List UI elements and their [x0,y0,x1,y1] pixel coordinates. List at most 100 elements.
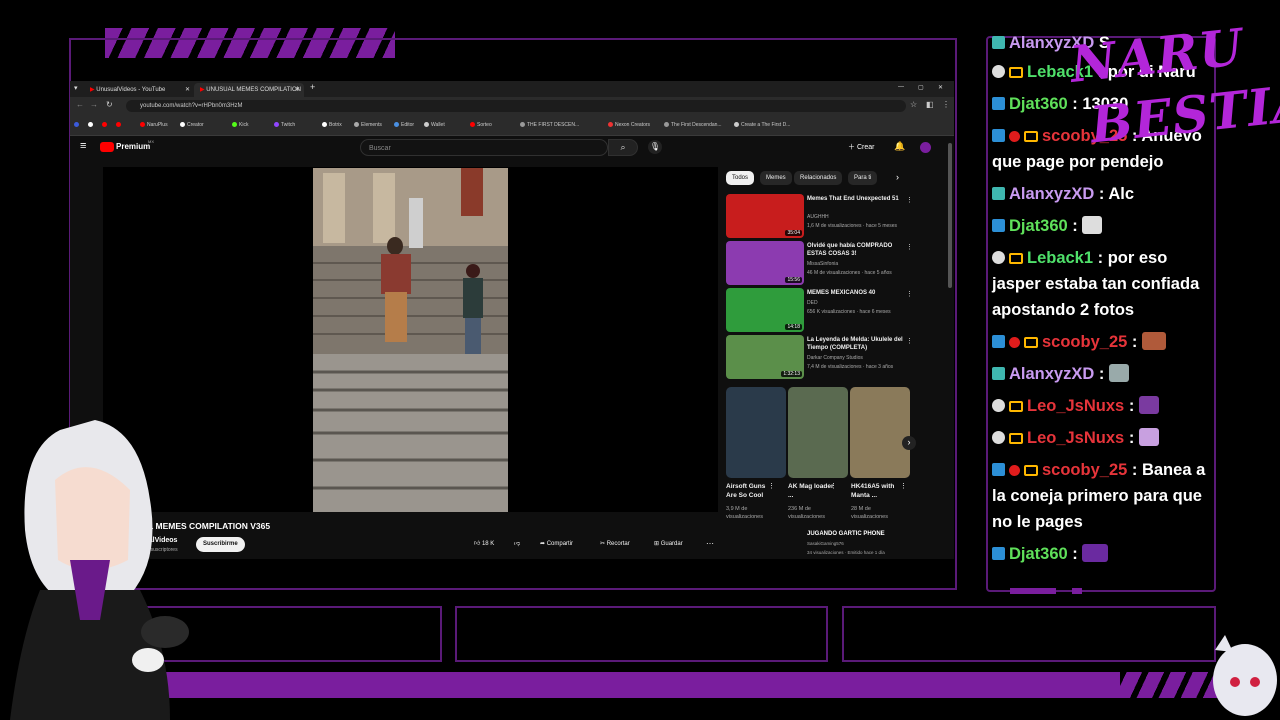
bookmark-nexon-creators[interactable]: Nexon Creators [608,122,650,128]
chat-emote [1138,428,1159,446]
dislike-button[interactable]: 👎︎ [514,536,520,552]
recommendation-item[interactable]: 1:32:13 La Leyenda de Melda: Ukulele del… [726,335,913,379]
save-button[interactable]: ⊞ Guardar [654,536,683,552]
video-thumbnail: 35:04 [726,194,804,238]
chip-memes[interactable]: Memes [760,171,792,185]
microphone-icon[interactable]: 🎙 [648,140,662,154]
close-window-icon[interactable]: ✕ [938,84,943,91]
recommendation-item[interactable]: 15:56 Olvidé que había COMPRADO ESTAS CO… [726,241,913,285]
new-tab-button[interactable]: + [310,82,315,92]
more-options-icon[interactable]: ⋮ [906,337,913,345]
tab-bar: ▾ ▶ UnusualVideos - YouTube ✕ ▶ UNUSUAL … [70,81,954,97]
extensions-icon[interactable]: ◧ [926,100,934,109]
bookmark-sorteo[interactable]: Sorteo [470,122,492,128]
chip-relacionados[interactable]: Relacionados [794,171,843,185]
bookmark-first-descendant[interactable]: THE FIRST DESCEN... [520,122,579,128]
close-icon[interactable]: ✕ [295,83,300,97]
youtube-header: ≡ Premium MX Buscar ⌕ 🎙 ＋ Crear 🔔 [70,136,954,160]
tab-unusualvideos[interactable]: ▶ UnusualVideos - YouTube ✕ [84,83,194,97]
crown-badge-icon [1009,253,1023,264]
page-scrollbar[interactable] [948,143,952,288]
streamer-logo: NARU BESTIA [1067,17,1280,155]
like-button[interactable]: 👍︎ 18 K [474,536,494,552]
address-bar: ← → ↻ youtube.com/watch?v=rHPbn0m3HzM ☆ … [70,97,954,115]
chip-para-ti[interactable]: Para ti [848,171,878,185]
tab-list-icon[interactable]: ▾ [74,84,78,92]
more-options-icon[interactable]: ⋮ [830,482,837,490]
gift-badge-icon [1009,337,1020,348]
chip-todos[interactable]: Todos [726,171,755,185]
more-options-icon[interactable]: ⋮ [900,482,907,490]
chat-emote [1138,396,1159,414]
youtube-logo-text[interactable]: Premium [116,142,150,151]
more-options-icon[interactable]: ⋮ [768,482,775,490]
next-video-channel: SasakiGaming576 [807,541,844,546]
chat-message: Djat360 : [992,541,1218,567]
bookmark-botrix[interactable]: Botrix [322,122,342,128]
crown-badge-icon [1009,401,1023,412]
chat-scroll-indicator [1010,588,1056,594]
bookmark-naruplus[interactable]: NaruPlus [140,122,168,128]
next-video-title[interactable]: JUGANDO GARTIC PHONE [807,531,885,537]
minimize-icon[interactable]: — [898,84,904,90]
chat-message: Leo_JsNuxs : [992,425,1218,451]
share-icon: ➦ [540,541,546,547]
search-input[interactable]: Buscar [360,139,608,156]
bookmark-elements[interactable]: Elements [354,122,382,128]
recommendation-item[interactable]: 35:04 Memes That End Unexpected 51 AUGHH… [726,194,913,238]
short-title: HK416A5 with Manta ... [851,483,895,499]
video-thumbnail: 14:18 [726,288,804,332]
video-content [313,168,508,512]
youtube-studio-icon[interactable] [116,122,123,128]
short-thumbnail[interactable] [788,387,848,478]
maximize-icon[interactable]: ▢ [918,84,924,91]
more-options-icon[interactable]: ⋮ [906,290,913,298]
bottom-panel-center [455,606,828,662]
chat-message: scooby_25 : [992,329,1218,355]
bookmark-kick[interactable]: Kick [232,122,248,128]
short-thumbnail[interactable] [726,387,786,478]
close-icon[interactable]: ✕ [185,83,190,97]
vip-badge-icon [992,219,1005,232]
back-icon[interactable]: ← [76,100,84,109]
shorts-next-icon[interactable]: › [902,436,916,450]
vip-badge-icon [992,97,1005,110]
avatar[interactable] [920,142,931,153]
bookmark-twitch[interactable]: Twitch [274,122,295,128]
vip-badge-icon [992,129,1005,142]
facebook-icon[interactable] [74,122,81,128]
playlist-add-icon: ⊞ [654,541,660,547]
gift-badge-icon [1009,131,1020,142]
short-title: AK Mag loader ... [788,483,834,499]
youtube-logo-icon[interactable] [100,142,114,152]
subscribe-button[interactable]: Suscribirme [196,537,245,552]
clip-button[interactable]: ✂ Recortar [600,536,630,552]
url-field[interactable]: youtube.com/watch?v=rHPbn0m3HzM [126,100,906,112]
forward-icon[interactable]: → [90,100,98,109]
menu-icon[interactable]: ⋮ [942,100,950,109]
create-button[interactable]: ＋ Crear [848,142,874,152]
gift-badge-icon [1009,465,1020,476]
bookmark-first-descendant-2[interactable]: The First Descendan... [664,122,722,128]
more-options-icon[interactable]: ⋮ [906,243,913,251]
recommendation-item[interactable]: 14:18 MEMES MEXICANOS 40 DED 656 K visua… [726,288,913,332]
bookmark-create-first-d[interactable]: Create a The First D... [734,122,790,128]
youtube-icon[interactable] [102,122,109,128]
bookmark-wallet[interactable]: Wallet [424,122,445,128]
bookmark-editor[interactable]: Editor [394,122,414,128]
tab-memes-compilation[interactable]: ▶ UNUSUAL MEMES COMPILATION ✕ [194,83,304,97]
hamburger-menu-icon[interactable]: ≡ [80,140,86,152]
notifications-bell-icon[interactable]: 🔔 [894,141,905,152]
bookmark-creator[interactable]: Creator [180,122,204,128]
x-icon[interactable] [88,122,95,128]
short-thumbnail[interactable] [850,387,910,478]
search-button[interactable]: ⌕ [608,139,638,156]
star-icon[interactable]: ☆ [910,100,917,109]
chips-next-icon[interactable]: › [896,172,899,182]
reload-icon[interactable]: ↻ [106,100,113,109]
crown-badge-icon [1009,433,1023,444]
more-actions-button[interactable]: ⋯ [706,536,714,552]
vip-badge-icon [992,547,1005,560]
more-options-icon[interactable]: ⋮ [906,196,913,204]
share-button[interactable]: ➦ Compartir [540,536,573,552]
